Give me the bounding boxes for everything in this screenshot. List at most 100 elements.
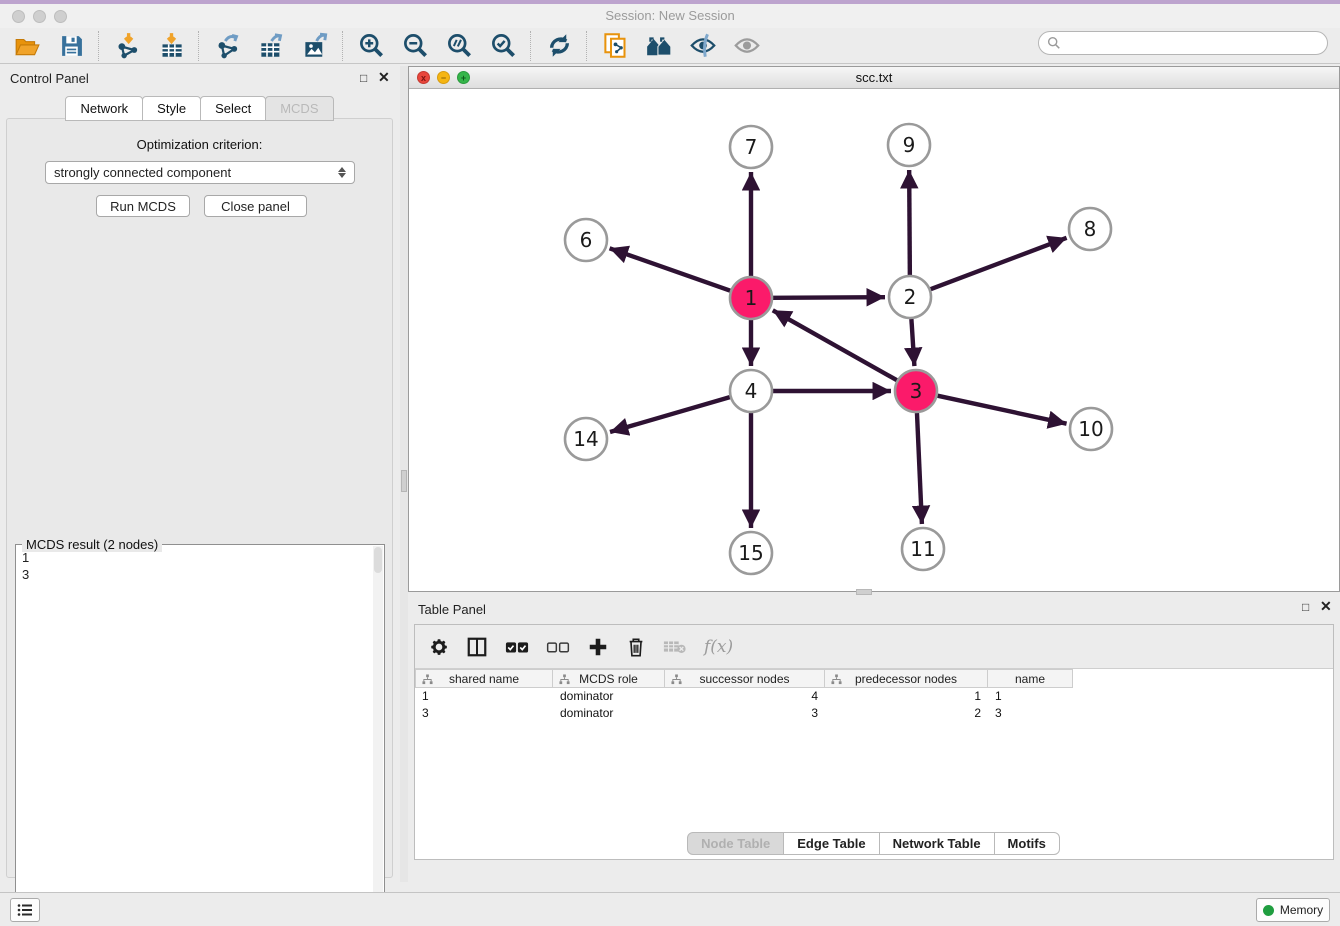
mcds-result-text[interactable]: 1 3 (18, 549, 372, 920)
edge-4-14[interactable] (610, 397, 730, 432)
table-row[interactable]: 3dominator323 (415, 705, 1073, 722)
cell-MCDS-role[interactable]: dominator (553, 688, 665, 705)
window-controls[interactable] (12, 10, 67, 23)
cell-MCDS-role[interactable]: dominator (553, 705, 665, 722)
edge-3-1[interactable] (773, 310, 897, 380)
cell-name[interactable]: 3 (988, 705, 1073, 722)
node-4[interactable]: 4 (730, 370, 772, 412)
export-network-icon[interactable] (213, 32, 241, 60)
result-scrollbar-thumb[interactable] (374, 547, 382, 573)
column-header-name[interactable]: name (988, 669, 1073, 688)
tab-network-table[interactable]: Network Table (879, 832, 995, 855)
apply-layout-icon[interactable] (545, 32, 573, 60)
memory-button[interactable]: Memory (1256, 898, 1330, 922)
add-icon[interactable] (587, 634, 609, 660)
cell-predecessor-nodes[interactable]: 1 (825, 688, 988, 705)
network-canvas[interactable]: 1 2 3 4 6 7 8 9 10 11 14 15 (409, 89, 1339, 591)
minimize-window-button[interactable] (33, 10, 46, 23)
node-7[interactable]: 7 (730, 126, 772, 168)
zoom-fit-icon[interactable] (445, 32, 473, 60)
close-panel-button[interactable]: Close panel (204, 195, 307, 217)
import-table-icon[interactable] (157, 32, 185, 60)
tab-network[interactable]: Network (65, 96, 143, 121)
network-minimize-button[interactable]: − (437, 71, 450, 84)
unselect-all-columns-icon[interactable] (546, 634, 570, 660)
table-row[interactable]: 1dominator411 (415, 688, 1073, 705)
edge-2-9[interactable] (909, 170, 910, 275)
node-9[interactable]: 9 (888, 124, 930, 166)
vertical-splitter[interactable] (400, 66, 408, 882)
splitter-handle[interactable] (401, 470, 407, 492)
zoom-window-button[interactable] (54, 10, 67, 23)
tab-edge-table[interactable]: Edge Table (783, 832, 879, 855)
table-rows[interactable]: 1dominator4113dominator323 (415, 688, 1073, 722)
tab-node-table[interactable]: Node Table (687, 832, 784, 855)
network-close-button[interactable]: x (417, 71, 430, 84)
cell-successor-nodes[interactable]: 4 (665, 688, 825, 705)
clone-network-icon[interactable] (601, 32, 629, 60)
birdseye-icon[interactable] (689, 32, 717, 60)
graphics-details-icon[interactable] (733, 32, 761, 60)
split-panel-icon[interactable] (466, 634, 488, 660)
float-table-panel-icon[interactable]: □ (1302, 600, 1309, 614)
node-2[interactable]: 2 (889, 276, 931, 318)
select-stepper-icon (338, 167, 346, 178)
task-history-button[interactable] (10, 898, 40, 922)
cell-name[interactable]: 1 (988, 688, 1073, 705)
network-zoom-button[interactable]: + (457, 71, 470, 84)
float-panel-icon[interactable]: □ (360, 71, 367, 85)
optimization-criterion-select[interactable]: strongly connected component (45, 161, 355, 184)
column-header-shared-name[interactable]: shared name (415, 669, 553, 688)
close-window-button[interactable] (12, 10, 25, 23)
edge-3-11[interactable] (917, 413, 922, 524)
delete-icon[interactable] (626, 634, 646, 660)
import-network-icon[interactable] (113, 32, 141, 60)
tab-style[interactable]: Style (142, 96, 201, 121)
cell-predecessor-nodes[interactable]: 2 (825, 705, 988, 722)
node-8[interactable]: 8 (1069, 208, 1111, 250)
edge-3-10[interactable] (937, 396, 1066, 424)
save-session-icon[interactable] (57, 32, 85, 60)
settings-gear-icon[interactable] (429, 634, 449, 660)
tab-motifs[interactable]: Motifs (994, 832, 1060, 855)
select-all-columns-icon[interactable] (505, 634, 529, 660)
network-window-titlebar[interactable]: x − + scc.txt (409, 67, 1339, 89)
close-panel-icon[interactable]: ✕ (378, 70, 390, 84)
cell-shared-name[interactable]: 1 (415, 688, 553, 705)
search-input[interactable] (1067, 35, 1319, 51)
function-builder-icon: f(x) (704, 634, 733, 660)
edge-1-2[interactable] (773, 297, 885, 298)
home-icon[interactable] (645, 32, 673, 60)
node-15[interactable]: 15 (730, 532, 772, 574)
node-11[interactable]: 11 (902, 528, 944, 570)
export-image-icon[interactable] (301, 32, 329, 60)
network-graph[interactable]: 1 2 3 4 6 7 8 9 10 11 14 15 (409, 89, 1339, 591)
column-header-predecessor-nodes[interactable]: predecessor nodes (825, 669, 988, 688)
column-header-MCDS-role[interactable]: MCDS role (553, 669, 665, 688)
zoom-selected-icon[interactable] (489, 32, 517, 60)
result-scrollbar[interactable] (373, 546, 383, 921)
cell-shared-name[interactable]: 3 (415, 705, 553, 722)
horizontal-splitter-handle[interactable] (856, 589, 872, 595)
node-3[interactable]: 3 (895, 370, 937, 412)
edge-1-6[interactable] (610, 248, 731, 290)
run-mcds-button[interactable]: Run MCDS (96, 195, 190, 217)
open-session-icon[interactable] (13, 32, 41, 60)
zoom-in-icon[interactable] (357, 32, 385, 60)
table-header-row[interactable]: shared nameMCDS rolesuccessor nodesprede… (415, 669, 1073, 688)
tab-select[interactable]: Select (200, 96, 266, 121)
edge-2-8[interactable] (931, 238, 1067, 289)
search-box[interactable] (1038, 31, 1328, 55)
node-1[interactable]: 1 (730, 277, 772, 319)
close-table-panel-icon[interactable]: ✕ (1320, 599, 1332, 613)
column-header-successor-nodes[interactable]: successor nodes (665, 669, 825, 688)
cell-successor-nodes[interactable]: 3 (665, 705, 825, 722)
zoom-out-icon[interactable] (401, 32, 429, 60)
tab-mcds[interactable]: MCDS (265, 96, 333, 121)
edge-2-3[interactable] (911, 319, 914, 366)
export-table-icon[interactable] (257, 32, 285, 60)
node-6[interactable]: 6 (565, 219, 607, 261)
node-14[interactable]: 14 (565, 418, 607, 460)
node-10[interactable]: 10 (1070, 408, 1112, 450)
node-table[interactable]: shared nameMCDS rolesuccessor nodesprede… (415, 669, 1073, 722)
